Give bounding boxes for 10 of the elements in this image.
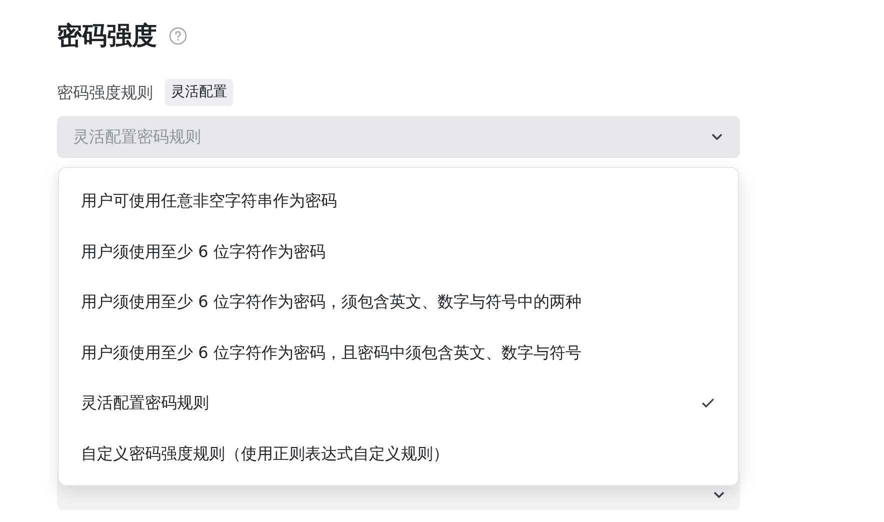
help-icon[interactable] xyxy=(169,27,187,45)
mode-tag: 灵活配置 xyxy=(165,79,233,106)
menu-option[interactable]: 自定义密码强度规则（使用正则表达式自定义规则） xyxy=(59,428,738,479)
menu-option[interactable]: 用户须使用至少 6 位字符作为密码，且密码中须包含英文、数字与符号 xyxy=(59,328,738,378)
section-title: 密码强度 xyxy=(57,20,157,52)
menu-option[interactable]: 灵活配置密码规则 xyxy=(59,378,738,428)
field-label: 密码强度规则 xyxy=(57,82,153,104)
menu-option[interactable]: 用户可使用任意非空字符串作为密码 xyxy=(59,176,738,226)
menu-option[interactable]: 用户须使用至少 6 位字符作为密码 xyxy=(59,226,738,277)
menu-option[interactable]: 用户须使用至少 6 位字符作为密码，须包含英文、数字与符号中的两种 xyxy=(59,277,738,328)
